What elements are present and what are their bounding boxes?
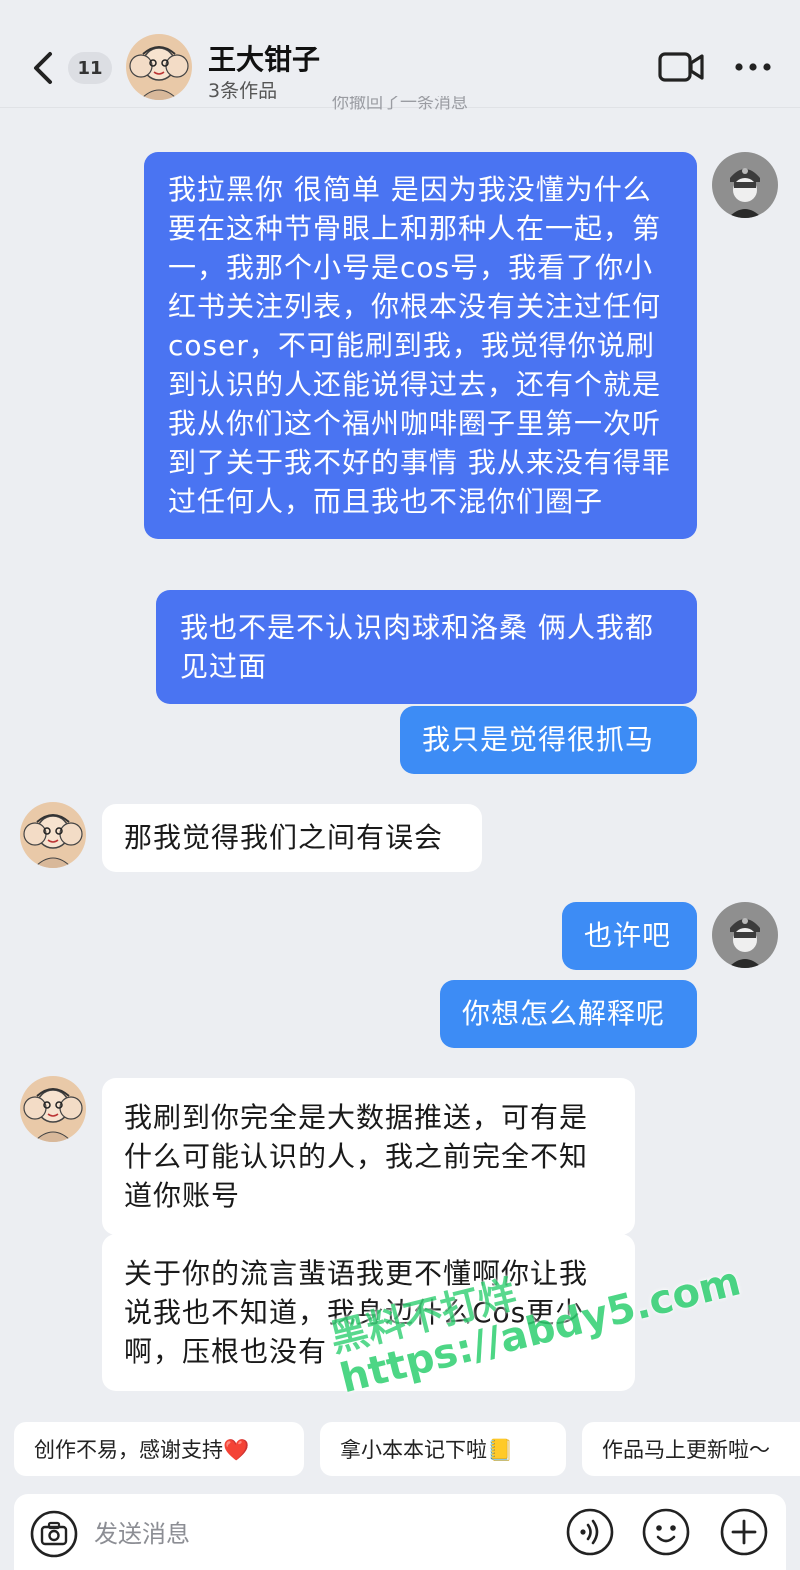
more-options-icon[interactable] xyxy=(734,60,772,74)
outgoing-message[interactable]: 也许吧 xyxy=(562,902,697,970)
video-call-icon[interactable] xyxy=(658,50,704,84)
contact-avatar[interactable] xyxy=(126,34,192,100)
message-input[interactable] xyxy=(94,1514,534,1554)
camera-icon[interactable] xyxy=(30,1510,78,1558)
message-input-bar xyxy=(14,1494,786,1570)
back-arrow-icon[interactable] xyxy=(28,48,58,88)
contact-name[interactable]: 王大钳子 xyxy=(208,38,320,78)
recalled-message-note: 你撤回了一条消息 xyxy=(332,96,468,110)
emoji-icon[interactable] xyxy=(642,1508,690,1556)
incoming-message[interactable]: 关于你的流言蜚语我更不懂啊你让我说我也不知道，我身边什么Cos更少啊，压根也没有 xyxy=(102,1234,635,1391)
my-avatar[interactable] xyxy=(712,902,778,968)
quick-reply-chip[interactable]: 作品马上更新啦～ xyxy=(582,1422,800,1476)
outgoing-message[interactable]: 我拉黑你 很简单 是因为我没懂为什么要在这种节骨眼上和那种人在一起，第一，我那个… xyxy=(144,152,697,539)
outgoing-message[interactable]: 我也不是不认识肉球和洛桑 俩人我都见过面 xyxy=(156,590,697,704)
outgoing-message[interactable]: 你想怎么解释呢 xyxy=(440,980,697,1048)
quick-reply-chip[interactable]: 创作不易，感谢支持❤️ xyxy=(14,1422,304,1476)
contact-avatar[interactable] xyxy=(20,802,86,868)
quick-reply-chip[interactable]: 拿小本本记下啦📒 xyxy=(320,1422,566,1476)
incoming-message[interactable]: 那我觉得我们之间有误会 xyxy=(102,804,482,872)
voice-message-icon[interactable] xyxy=(566,1508,614,1556)
contact-avatar[interactable] xyxy=(20,1076,86,1142)
outgoing-message[interactable]: 我只是觉得很抓马 xyxy=(400,706,697,774)
add-icon[interactable] xyxy=(720,1508,768,1556)
unread-count-badge[interactable]: 11 xyxy=(68,52,112,84)
incoming-message[interactable]: 我刷到你完全是大数据推送，可有是什么可能认识的人，我之前完全不知道你账号 xyxy=(102,1078,635,1235)
my-avatar[interactable] xyxy=(712,152,778,218)
chat-header: 11 王大钳子 3条作品 xyxy=(0,0,800,108)
